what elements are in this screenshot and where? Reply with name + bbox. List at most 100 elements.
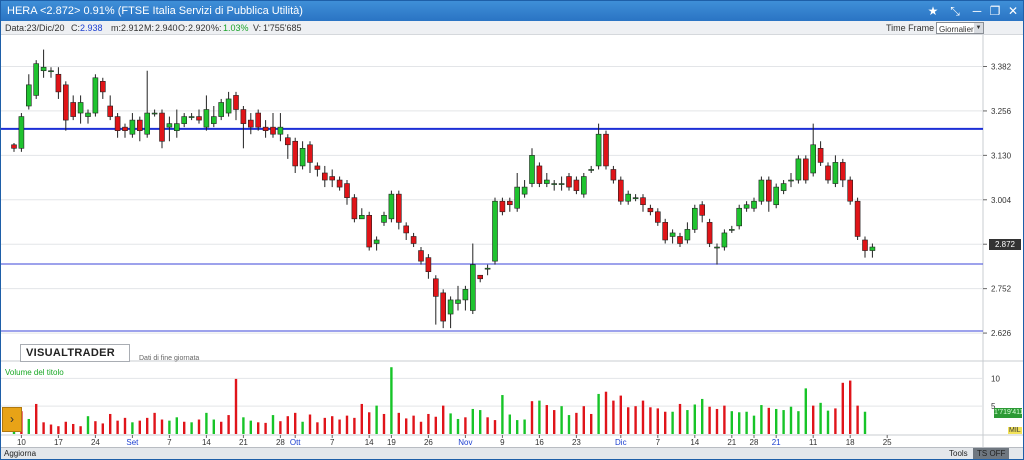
date-tick-label: 10 [17,438,26,447]
candle-body [77,102,84,114]
candle-body [344,183,350,198]
volume-bar [708,406,711,434]
volume-bar [242,417,245,434]
volume-bar [760,405,763,434]
candle-body [432,278,439,297]
volume-bar [671,411,674,434]
volume-bar [575,412,578,434]
info-vol-label: V: [253,23,262,33]
volume-bar [49,424,53,434]
timeframe-select[interactable]: Giornaliero ▼ [936,22,984,34]
date-tick-label: Dic [615,438,627,447]
info-close-label: C: [71,23,80,33]
candle-body [25,84,32,107]
volume-bar [456,418,460,434]
info-pct: 1.03% [223,23,249,33]
candle-body [610,169,617,181]
price-tick-label: 3.004 [991,196,1012,205]
info-vol: 1'755'685 [263,23,302,33]
candle-body [714,246,720,249]
candle-body [381,215,387,223]
tools-button[interactable]: Tools [945,448,972,459]
date-tick-label: 16 [535,438,544,447]
volume-bar [345,415,349,434]
candle-body [114,116,121,131]
volume-bar [279,421,282,434]
volume-bar [168,420,171,434]
info-close: 2.938 [80,23,103,33]
volume-bar [841,382,844,434]
candle-body [18,116,25,149]
candle-body [847,179,854,202]
volume-bar [264,422,267,434]
candle-body [825,165,831,181]
candle-body [336,179,343,188]
volume-bar [649,407,652,434]
volume-bar [220,421,223,434]
volume-bar [834,408,837,434]
panel-toggle-button[interactable]: › [2,407,22,432]
candle-body [854,200,861,237]
volume-bar [397,412,400,434]
candle-body [743,204,750,209]
volume-bar [738,412,741,434]
last-price-flag: 2.872 [989,239,1021,250]
volume-bar [508,414,511,434]
arrow-icon[interactable]: ⤡ [945,2,965,20]
bottom-bar: Aggiorna Tools TS OFF [1,447,1023,459]
volume-bar [752,415,756,434]
volume-bar [116,420,119,434]
volume-bar [634,406,637,434]
candle-body [521,186,528,195]
volume-bar [175,417,178,434]
volume-bar [101,423,104,434]
candle-body [351,197,358,220]
volume-bar [545,405,548,434]
date-tick-label: 18 [846,438,855,447]
volume-bar [27,418,30,434]
candle-body [425,257,432,273]
volume-bar [205,412,208,434]
aggiorna-label[interactable]: Aggiorna [4,449,36,458]
volume-bar [619,395,622,434]
candle-body [640,197,646,206]
candle-body [455,299,461,304]
candle-body [795,158,802,181]
close-icon[interactable]: ✕ [1003,2,1023,20]
candle-body [307,144,313,163]
volume-bar [745,411,748,434]
restore-icon[interactable]: ❐ [985,2,1005,20]
volume-bar [64,421,67,434]
ts-off-button[interactable]: TS OFF [973,448,1010,459]
volume-bar [390,367,393,434]
title-bar[interactable]: HERA <2.872> 0.91% (FTSE Italia Servizi … [1,1,1023,21]
candle-body [255,112,261,128]
volume-bar [582,406,585,434]
candle-body [603,133,609,167]
star-icon[interactable]: ★ [923,2,943,20]
volume-bar [782,410,785,434]
price-volume-chart[interactable]: 3.3823.2563.1303.0042.8782.7522.62610510… [1,35,1023,447]
candle-body [817,148,824,163]
window-title: HERA <2.872> 0.91% (FTSE Italia Servizi … [7,5,303,17]
candle-body [662,222,669,241]
volume-bar [471,408,474,434]
candle-body [70,102,76,117]
candle-body [462,289,469,301]
volume-bar [86,416,90,434]
volume-bar [856,405,859,434]
candle-body [647,207,654,213]
volume-bar [538,400,541,434]
date-tick-label: 28 [750,438,759,447]
chevron-down-icon[interactable]: ▼ [974,23,983,33]
volume-bar [530,401,534,434]
minimize-icon[interactable]: ─ [967,2,987,20]
candle-body [203,109,210,128]
candle-body [677,236,683,244]
candle-body [174,123,180,131]
candle-body [832,162,839,184]
candle-body [48,70,54,73]
volume-bar [338,419,341,434]
candle-body [566,176,572,188]
timeframe-label: Time Frame [886,23,935,33]
